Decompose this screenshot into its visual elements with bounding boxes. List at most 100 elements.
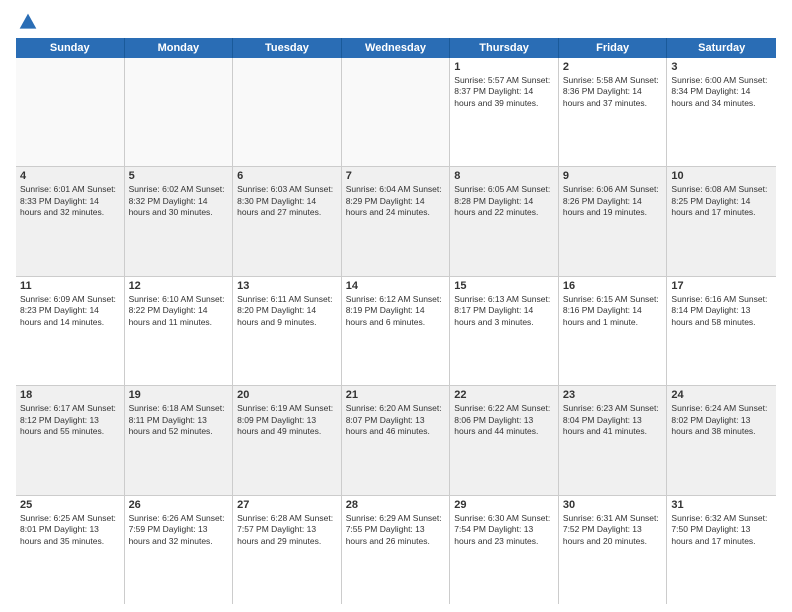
calendar-cell: 25 Sunrise: 6:25 AM Sunset: 8:01 PM Dayli… — [16, 496, 125, 604]
calendar-cell: 8 Sunrise: 6:05 AM Sunset: 8:28 PM Daylig… — [450, 167, 559, 275]
calendar-cell — [125, 58, 234, 166]
calendar-row: 18 Sunrise: 6:17 AM Sunset: 8:12 PM Dayli… — [16, 386, 776, 495]
calendar-cell: 26 Sunrise: 6:26 AM Sunset: 7:59 PM Dayli… — [125, 496, 234, 604]
cell-text: Sunrise: 6:16 AM Sunset: 8:14 PM Dayligh… — [671, 294, 772, 328]
day-number: 12 — [129, 280, 229, 292]
calendar-cell: 17 Sunrise: 6:16 AM Sunset: 8:14 PM Dayli… — [667, 277, 776, 385]
cell-text: Sunrise: 6:12 AM Sunset: 8:19 PM Dayligh… — [346, 294, 446, 328]
cell-text: Sunrise: 6:32 AM Sunset: 7:50 PM Dayligh… — [671, 513, 772, 547]
calendar-cell — [16, 58, 125, 166]
calendar-cell — [342, 58, 451, 166]
calendar-header-cell: Thursday — [450, 38, 559, 58]
cell-text: Sunrise: 6:19 AM Sunset: 8:09 PM Dayligh… — [237, 403, 337, 437]
calendar-header-cell: Saturday — [667, 38, 776, 58]
day-number: 13 — [237, 280, 337, 292]
cell-text: Sunrise: 6:17 AM Sunset: 8:12 PM Dayligh… — [20, 403, 120, 437]
day-number: 4 — [20, 170, 120, 182]
day-number: 9 — [563, 170, 663, 182]
cell-text: Sunrise: 6:28 AM Sunset: 7:57 PM Dayligh… — [237, 513, 337, 547]
day-number: 10 — [671, 170, 772, 182]
day-number: 20 — [237, 389, 337, 401]
header — [16, 12, 776, 32]
calendar-header-cell: Monday — [125, 38, 234, 58]
calendar-cell: 31 Sunrise: 6:32 AM Sunset: 7:50 PM Dayli… — [667, 496, 776, 604]
calendar-header-cell: Friday — [559, 38, 668, 58]
calendar-cell: 30Sunrise: 6:31 AM Sunset: 7:52 PM Dayli… — [559, 496, 668, 604]
calendar-row: 11 Sunrise: 6:09 AM Sunset: 8:23 PM Dayli… — [16, 277, 776, 386]
day-number: 25 — [20, 499, 120, 511]
calendar-cell: 13Sunrise: 6:11 AM Sunset: 8:20 PM Dayli… — [233, 277, 342, 385]
calendar-cell: 28 Sunrise: 6:29 AM Sunset: 7:55 PM Dayli… — [342, 496, 451, 604]
cell-text: Sunrise: 5:57 AM Sunset: 8:37 PM Dayligh… — [454, 75, 554, 109]
cell-text: Sunrise: 5:58 AM Sunset: 8:36 PM Dayligh… — [563, 75, 663, 109]
cell-text: Sunrise: 6:15 AM Sunset: 8:16 PM Dayligh… — [563, 294, 663, 328]
calendar-cell: 1 Sunrise: 5:57 AM Sunset: 8:37 PM Daylig… — [450, 58, 559, 166]
calendar-cell: 19 Sunrise: 6:18 AM Sunset: 8:11 PM Dayli… — [125, 386, 234, 494]
calendar-cell: 15 Sunrise: 6:13 AM Sunset: 8:17 PM Dayli… — [450, 277, 559, 385]
cell-text: Sunrise: 6:13 AM Sunset: 8:17 PM Dayligh… — [454, 294, 554, 328]
calendar-cell: 5 Sunrise: 6:02 AM Sunset: 8:32 PM Daylig… — [125, 167, 234, 275]
logo — [16, 12, 38, 32]
day-number: 1 — [454, 61, 554, 73]
calendar-cell: 24Sunrise: 6:24 AM Sunset: 8:02 PM Dayli… — [667, 386, 776, 494]
day-number: 8 — [454, 170, 554, 182]
cell-text: Sunrise: 6:06 AM Sunset: 8:26 PM Dayligh… — [563, 184, 663, 218]
cell-text: Sunrise: 6:09 AM Sunset: 8:23 PM Dayligh… — [20, 294, 120, 328]
calendar-cell: 6Sunrise: 6:03 AM Sunset: 8:30 PM Daylig… — [233, 167, 342, 275]
day-number: 18 — [20, 389, 120, 401]
cell-text: Sunrise: 6:18 AM Sunset: 8:11 PM Dayligh… — [129, 403, 229, 437]
calendar-header-cell: Wednesday — [342, 38, 451, 58]
calendar-cell: 10 Sunrise: 6:08 AM Sunset: 8:25 PM Dayli… — [667, 167, 776, 275]
calendar-cell: 23Sunrise: 6:23 AM Sunset: 8:04 PM Dayli… — [559, 386, 668, 494]
calendar-header: SundayMondayTuesdayWednesdayThursdayFrid… — [16, 38, 776, 58]
day-number: 17 — [671, 280, 772, 292]
day-number: 15 — [454, 280, 554, 292]
cell-text: Sunrise: 6:04 AM Sunset: 8:29 PM Dayligh… — [346, 184, 446, 218]
logo-icon — [18, 12, 38, 32]
calendar-cell — [233, 58, 342, 166]
day-number: 2 — [563, 61, 663, 73]
cell-text: Sunrise: 6:10 AM Sunset: 8:22 PM Dayligh… — [129, 294, 229, 328]
cell-text: Sunrise: 6:08 AM Sunset: 8:25 PM Dayligh… — [671, 184, 772, 218]
calendar-cell: 3Sunrise: 6:00 AM Sunset: 8:34 PM Daylig… — [667, 58, 776, 166]
day-number: 14 — [346, 280, 446, 292]
calendar-cell: 12 Sunrise: 6:10 AM Sunset: 8:22 PM Dayli… — [125, 277, 234, 385]
day-number: 11 — [20, 280, 120, 292]
calendar-row: 1 Sunrise: 5:57 AM Sunset: 8:37 PM Daylig… — [16, 58, 776, 167]
calendar-row: 25 Sunrise: 6:25 AM Sunset: 8:01 PM Dayli… — [16, 496, 776, 604]
cell-text: Sunrise: 6:26 AM Sunset: 7:59 PM Dayligh… — [129, 513, 229, 547]
calendar-row: 4 Sunrise: 6:01 AM Sunset: 8:33 PM Daylig… — [16, 167, 776, 276]
day-number: 27 — [237, 499, 337, 511]
day-number: 5 — [129, 170, 229, 182]
day-number: 26 — [129, 499, 229, 511]
day-number: 23 — [563, 389, 663, 401]
day-number: 3 — [671, 61, 772, 73]
cell-text: Sunrise: 6:29 AM Sunset: 7:55 PM Dayligh… — [346, 513, 446, 547]
cell-text: Sunrise: 6:22 AM Sunset: 8:06 PM Dayligh… — [454, 403, 554, 437]
cell-text: Sunrise: 6:01 AM Sunset: 8:33 PM Dayligh… — [20, 184, 120, 218]
cell-text: Sunrise: 6:20 AM Sunset: 8:07 PM Dayligh… — [346, 403, 446, 437]
cell-text: Sunrise: 6:02 AM Sunset: 8:32 PM Dayligh… — [129, 184, 229, 218]
cell-text: Sunrise: 6:31 AM Sunset: 7:52 PM Dayligh… — [563, 513, 663, 547]
calendar-cell: 21 Sunrise: 6:20 AM Sunset: 8:07 PM Dayli… — [342, 386, 451, 494]
day-number: 31 — [671, 499, 772, 511]
day-number: 16 — [563, 280, 663, 292]
day-number: 7 — [346, 170, 446, 182]
calendar-cell: 4 Sunrise: 6:01 AM Sunset: 8:33 PM Daylig… — [16, 167, 125, 275]
day-number: 19 — [129, 389, 229, 401]
day-number: 21 — [346, 389, 446, 401]
cell-text: Sunrise: 6:25 AM Sunset: 8:01 PM Dayligh… — [20, 513, 120, 547]
calendar-cell: 9 Sunrise: 6:06 AM Sunset: 8:26 PM Daylig… — [559, 167, 668, 275]
calendar-cell: 16 Sunrise: 6:15 AM Sunset: 8:16 PM Dayli… — [559, 277, 668, 385]
calendar-cell: 29Sunrise: 6:30 AM Sunset: 7:54 PM Dayli… — [450, 496, 559, 604]
calendar: SundayMondayTuesdayWednesdayThursdayFrid… — [16, 38, 776, 604]
cell-text: Sunrise: 6:24 AM Sunset: 8:02 PM Dayligh… — [671, 403, 772, 437]
calendar-cell: 11 Sunrise: 6:09 AM Sunset: 8:23 PM Dayli… — [16, 277, 125, 385]
calendar-cell: 18 Sunrise: 6:17 AM Sunset: 8:12 PM Dayli… — [16, 386, 125, 494]
calendar-cell: 14 Sunrise: 6:12 AM Sunset: 8:19 PM Dayli… — [342, 277, 451, 385]
cell-text: Sunrise: 6:05 AM Sunset: 8:28 PM Dayligh… — [454, 184, 554, 218]
day-number: 28 — [346, 499, 446, 511]
day-number: 22 — [454, 389, 554, 401]
calendar-cell: 2 Sunrise: 5:58 AM Sunset: 8:36 PM Daylig… — [559, 58, 668, 166]
calendar-cell: 7 Sunrise: 6:04 AM Sunset: 8:29 PM Daylig… — [342, 167, 451, 275]
